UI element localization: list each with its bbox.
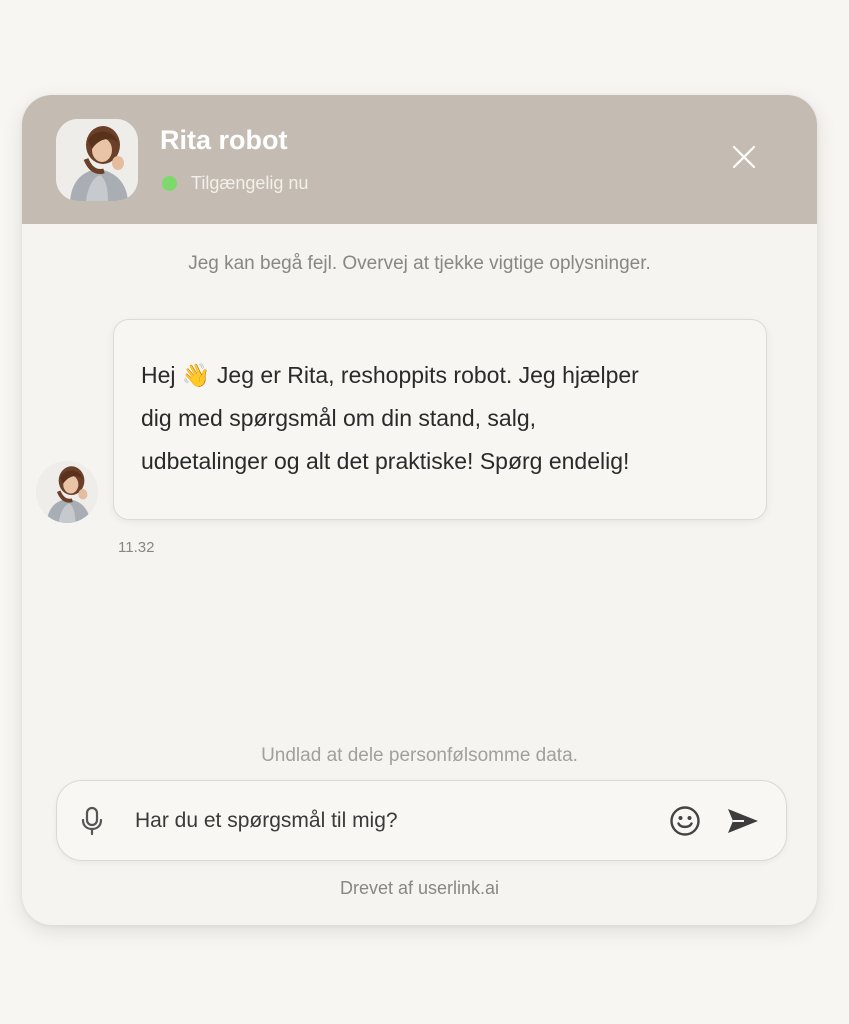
microphone-button[interactable] xyxy=(77,806,107,836)
microphone-icon xyxy=(81,806,103,836)
smiley-icon xyxy=(670,806,700,836)
emoji-button[interactable] xyxy=(668,804,702,838)
avatar-portrait xyxy=(36,461,98,523)
chat-widget: Rita robot Tilgængelig nu Jeg kan begå f… xyxy=(22,95,817,925)
message-line: Hej 👋 Jeg er Rita, reshoppits robot. Jeg… xyxy=(141,362,639,388)
message-composer xyxy=(56,780,787,861)
send-button[interactable] xyxy=(724,803,762,839)
message-avatar xyxy=(36,461,98,523)
ai-disclaimer: Jeg kan begå fejl. Overvej at tjekke vig… xyxy=(188,253,651,274)
chat-header: Rita robot Tilgængelig nu xyxy=(22,95,817,224)
bot-message-bubble: Hej 👋 Jeg er Rita, reshoppits robot. Jeg… xyxy=(113,319,767,520)
message-timestamp: 11.32 xyxy=(118,539,155,556)
powered-by-footer: Drevet af userlink.ai xyxy=(339,878,500,898)
close-button[interactable] xyxy=(724,137,764,177)
online-status-dot xyxy=(162,176,177,191)
message-line: udbetalinger og alt det praktiske! Spørg… xyxy=(141,448,630,474)
bot-avatar xyxy=(56,119,138,201)
status-text: Tilgængelig nu xyxy=(191,173,309,193)
message-line: dig med spørgsmål om din stand, salg, xyxy=(141,405,537,431)
message-input[interactable] xyxy=(135,803,655,839)
send-icon xyxy=(728,809,758,833)
bot-name: Rita robot xyxy=(160,125,288,155)
avatar-portrait xyxy=(56,119,138,201)
privacy-note: Undlad at dele personfølsomme data. xyxy=(261,745,578,766)
close-icon xyxy=(732,145,756,169)
